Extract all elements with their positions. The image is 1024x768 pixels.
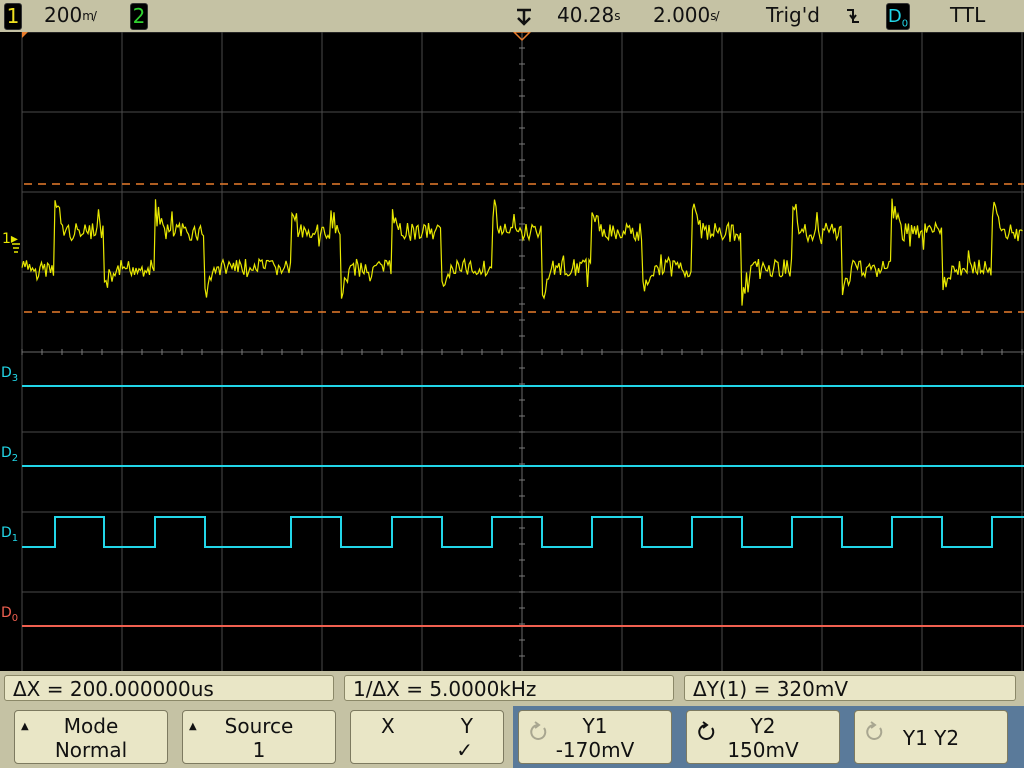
mode-softkey[interactable]: ▲ Mode Normal xyxy=(14,710,168,764)
trigger-position-readout: 40.28s xyxy=(557,3,621,27)
measurement-bar: ΔX = 200.000000us 1/ΔX = 5.0000kHz ΔY(1)… xyxy=(0,671,1024,706)
timebase-readout: 2.000s/ xyxy=(653,3,720,27)
d1-trace xyxy=(22,516,1024,548)
d0-label: D0 xyxy=(1,605,19,624)
xy-cursor-softkey[interactable]: X Y ✓ xyxy=(350,710,504,764)
waveform-display[interactable]: 1▸ D3 D2 D1 D0 xyxy=(0,32,1024,671)
d3-label: D3 xyxy=(1,365,19,384)
check-icon: ✓ xyxy=(456,738,473,762)
softkey-bar: ▲ Mode Normal ▲ Source 1 X Y ✓ Y1 -170mV… xyxy=(0,706,1024,768)
channel-2-indicator[interactable]: 2 xyxy=(130,3,148,30)
trigger-source-indicator[interactable]: D0 xyxy=(886,3,910,30)
inverse-delta-x-readout: 1/ΔX = 5.0000kHz xyxy=(344,675,674,701)
trigger-point-icon xyxy=(515,4,535,32)
source-softkey[interactable]: ▲ Source 1 xyxy=(182,710,336,764)
delta-y-readout: ΔY(1) = 320mV xyxy=(684,675,1016,701)
trigger-level-mode: TTL xyxy=(950,3,986,27)
graticule xyxy=(21,32,1024,671)
trigger-status: Trig'd xyxy=(766,3,820,27)
y1-y2-softkey[interactable]: Y1 Y2 xyxy=(854,710,1008,764)
y2-softkey[interactable]: Y2 150mV xyxy=(686,710,840,764)
falling-edge-icon xyxy=(846,6,860,32)
status-bar: 1 200m/ 2 40.28s 2.000s/ Trig'd D0 TTL xyxy=(0,0,1024,32)
left-marker-icon xyxy=(22,32,28,38)
channel-1-scale: 200m/ xyxy=(44,3,97,27)
y1-softkey[interactable]: Y1 -170mV xyxy=(518,710,672,764)
d2-label: D2 xyxy=(1,445,19,464)
d1-label: D1 xyxy=(1,525,19,544)
channel-1-indicator[interactable]: 1 xyxy=(4,3,22,30)
channel-1-label: 1▸ xyxy=(2,231,18,247)
delta-x-readout: ΔX = 200.000000us xyxy=(4,675,334,701)
